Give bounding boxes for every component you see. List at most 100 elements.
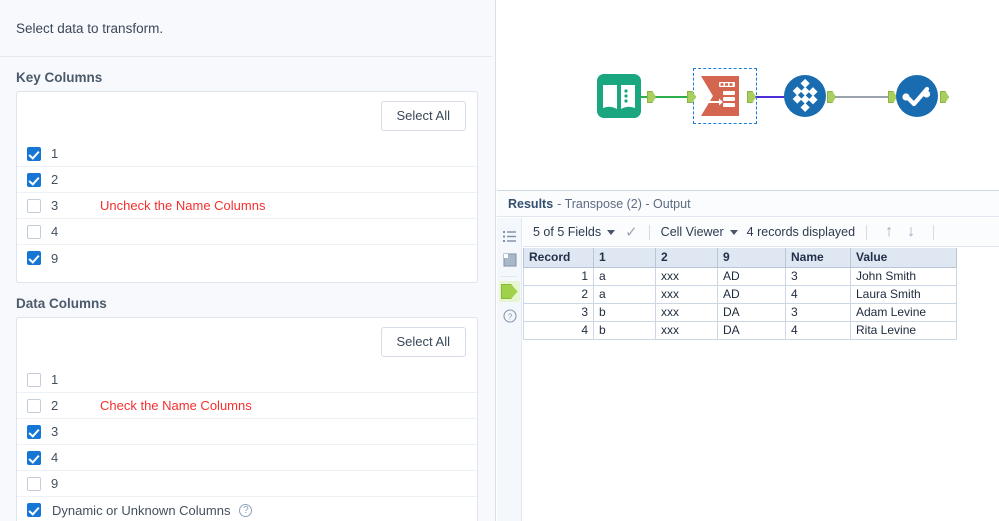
node-crosstab[interactable] (783, 74, 827, 123)
browse-check-icon (895, 74, 939, 118)
cell-value: Rita Levine (851, 321, 957, 339)
cell-col9: DA (718, 303, 786, 321)
apply-check-icon[interactable]: ✓ (625, 223, 638, 241)
table-header-row: Record 1 2 9 Name Value (524, 248, 957, 267)
results-grid-container[interactable]: Record 1 2 9 Name Value 1 a xxx AD 3 (523, 248, 999, 521)
key-columns-select-all-bar: Select All (17, 92, 477, 141)
table-row[interactable]: 1 a xxx AD 3 John Smith (524, 267, 957, 285)
dynamic-unknown-columns-checkbox[interactable] (27, 503, 41, 517)
data-column-row-4[interactable]: 4 (17, 445, 477, 471)
cell-col2: xxx (656, 303, 718, 321)
data-column-row-1[interactable]: 1 (17, 367, 477, 393)
key-columns-annotation: Uncheck the Name Columns (100, 198, 265, 213)
data-columns-annotation: Check the Name Columns (100, 398, 252, 413)
data-column-checkbox-2[interactable] (27, 399, 41, 413)
results-title-label: Results (508, 197, 553, 211)
data-column-label-9: 9 (51, 476, 58, 491)
scroll-down-icon[interactable]: ↓ (900, 223, 922, 241)
table-row[interactable]: 2 a xxx AD 4 Laura Smith (524, 285, 957, 303)
column-header-record[interactable]: Record (524, 248, 594, 267)
data-columns-select-all-button[interactable]: Select All (381, 327, 466, 357)
cell-record: 2 (524, 285, 594, 303)
data-column-checkbox-3[interactable] (27, 425, 41, 439)
port-out-input-data[interactable] (647, 91, 656, 103)
key-column-checkbox-4[interactable] (27, 225, 41, 239)
layout-icon[interactable] (497, 248, 522, 272)
list-icon-glyph (503, 231, 516, 242)
key-columns-list-padding (17, 271, 477, 282)
key-column-checkbox-3[interactable] (27, 199, 41, 213)
rail-help-glyph: ? (503, 309, 517, 323)
cell-record: 1 (524, 267, 594, 285)
output-anchor-icon[interactable] (499, 281, 520, 302)
data-columns-select-all-bar: Select All (17, 318, 477, 367)
key-column-label-2: 2 (51, 172, 58, 187)
rail-help-icon[interactable]: ? (497, 304, 522, 328)
key-columns-label: Key Columns (0, 57, 492, 91)
svg-text:?: ? (507, 312, 512, 321)
cell-col2: xxx (656, 285, 718, 303)
fields-selector-label: 5 of 5 Fields (533, 225, 601, 239)
key-column-checkbox-9[interactable] (27, 251, 41, 265)
key-column-label-4: 4 (51, 224, 58, 239)
workflow-canvas[interactable] (497, 0, 999, 190)
cell-col2: xxx (656, 267, 718, 285)
table-row[interactable]: 4 b xxx DA 4 Rita Levine (524, 321, 957, 339)
cell-viewer-selector[interactable]: Cell Viewer (661, 225, 744, 239)
configuration-panel-inner: Select data to transform. Key Columns Se… (0, 0, 492, 521)
diamond-grid-icon (783, 74, 827, 118)
data-column-checkbox-4[interactable] (27, 451, 41, 465)
cell-viewer-label: Cell Viewer (661, 225, 724, 239)
instruction-text: Select data to transform. (0, 0, 492, 57)
cell-name: 4 (786, 321, 851, 339)
fields-selector[interactable]: 5 of 5 Fields (533, 225, 621, 239)
column-header-2[interactable]: 2 (656, 248, 718, 267)
data-columns-label: Data Columns (0, 283, 492, 317)
help-icon[interactable]: ? (239, 504, 252, 517)
key-column-checkbox-2[interactable] (27, 173, 41, 187)
cell-col9: AD (718, 267, 786, 285)
key-column-row-1[interactable]: 1 (17, 141, 477, 167)
data-columns-list: Select All 1 2 Check the Name Columns 3 (16, 317, 478, 521)
scroll-up-icon[interactable]: ↑ (878, 223, 900, 241)
column-header-name[interactable]: Name (786, 248, 851, 267)
data-column-label-1: 1 (51, 372, 58, 387)
table-row[interactable]: 3 b xxx DA 3 Adam Levine (524, 303, 957, 321)
cell-col1: a (594, 267, 656, 285)
key-columns-list: Select All 1 2 3 Uncheck the Name Column… (16, 91, 478, 283)
key-column-row-3[interactable]: 3 Uncheck the Name Columns (17, 193, 477, 219)
column-header-1[interactable]: 1 (594, 248, 656, 267)
data-column-row-2[interactable]: 2 Check the Name Columns (17, 393, 477, 419)
data-column-label-4: 4 (51, 450, 58, 465)
data-column-row-3[interactable]: 3 (17, 419, 477, 445)
transpose-icon (699, 74, 745, 118)
column-header-9[interactable]: 9 (718, 248, 786, 267)
cell-name: 3 (786, 267, 851, 285)
key-column-row-4[interactable]: 4 (17, 219, 477, 245)
node-browse[interactable] (895, 74, 939, 123)
toolbar-divider-2 (866, 225, 867, 240)
port-out-crosstab[interactable] (827, 91, 836, 103)
data-column-label-2: 2 (51, 398, 58, 413)
dynamic-unknown-columns-row[interactable]: Dynamic or Unknown Columns ? (17, 497, 477, 521)
data-column-checkbox-1[interactable] (27, 373, 41, 387)
cell-name: 3 (786, 303, 851, 321)
data-column-row-9[interactable]: 9 (17, 471, 477, 497)
data-column-checkbox-9[interactable] (27, 477, 41, 491)
key-column-row-2[interactable]: 2 (17, 167, 477, 193)
column-header-value[interactable]: Value (851, 248, 957, 267)
list-icon[interactable] (497, 224, 522, 248)
connection-crosstab-to-browse[interactable] (827, 96, 894, 98)
node-input-data[interactable] (595, 72, 643, 125)
key-columns-select-all-button[interactable]: Select All (381, 101, 466, 131)
key-column-checkbox-1[interactable] (27, 147, 41, 161)
results-panel: Results - Transpose (2) - Output (497, 190, 999, 521)
port-out-browse[interactable] (940, 91, 949, 103)
node-transpose[interactable] (699, 74, 745, 123)
cell-col9: DA (718, 321, 786, 339)
key-column-row-9[interactable]: 9 (17, 245, 477, 271)
data-column-label-3: 3 (51, 424, 58, 439)
cell-value: Adam Levine (851, 303, 957, 321)
results-title-bar: Results - Transpose (2) - Output (497, 191, 999, 217)
key-column-label-1: 1 (51, 146, 58, 161)
